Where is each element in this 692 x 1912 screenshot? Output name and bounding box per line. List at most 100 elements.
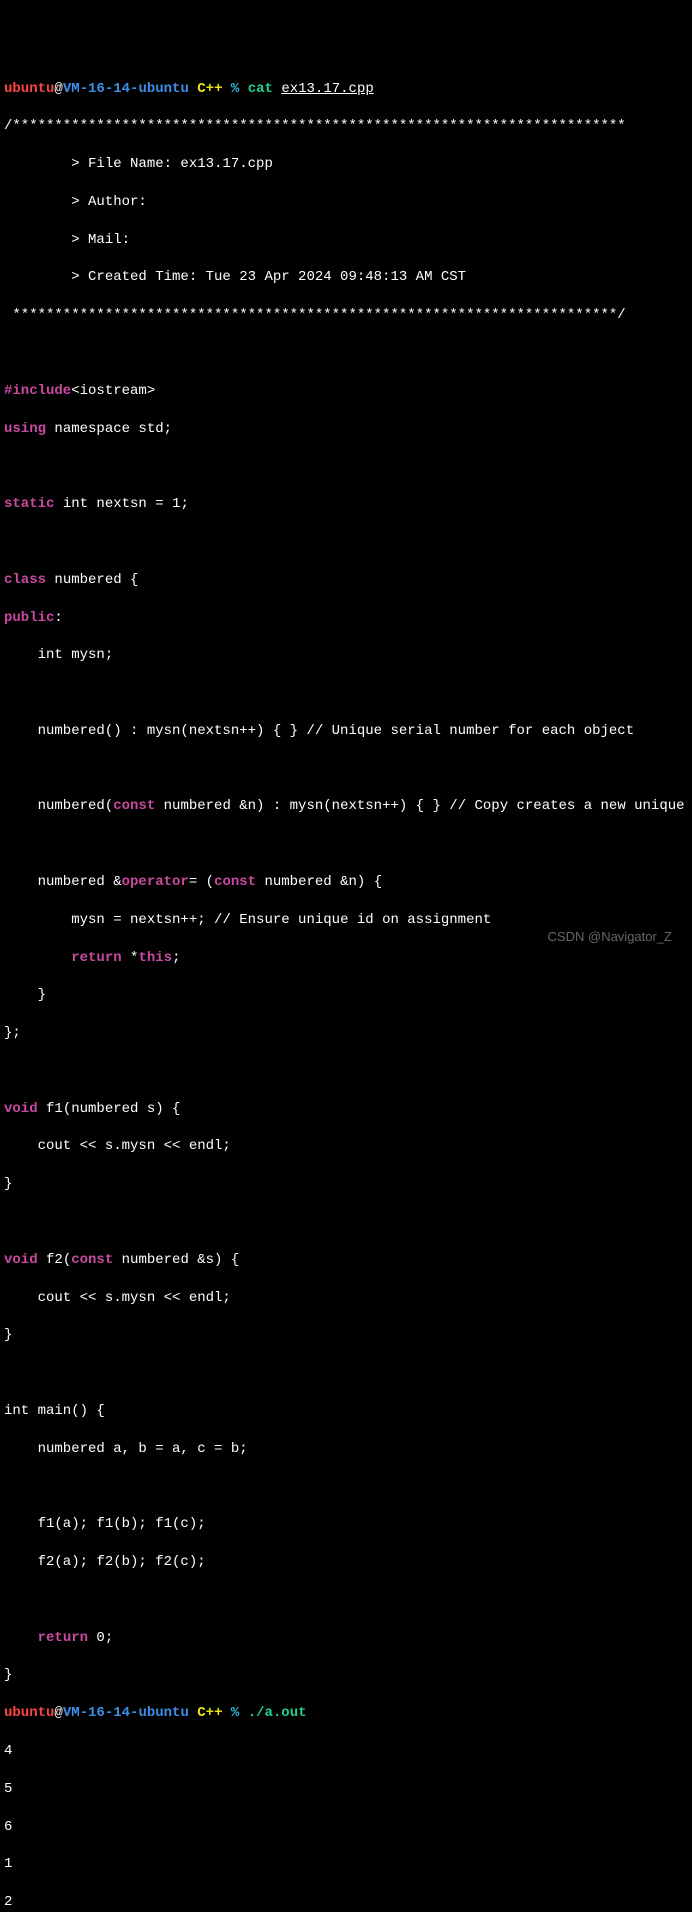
shell-user: ubuntu	[4, 81, 54, 97]
code-line: };	[4, 1024, 688, 1043]
output-line: 4	[4, 1742, 688, 1761]
comment: // Ensure unique id on assignment	[214, 912, 491, 928]
keyword-void: void	[4, 1101, 38, 1117]
code-text: int nextsn = 1;	[54, 496, 188, 512]
keyword-void: void	[4, 1252, 38, 1268]
code-line	[4, 684, 688, 703]
code-line: return 0;	[4, 1629, 688, 1648]
code-line: > Created Time: Tue 23 Apr 2024 09:48:13…	[4, 268, 688, 287]
shell-path: C++	[197, 1705, 222, 1721]
code-text: = (	[189, 874, 214, 890]
keyword-const: const	[71, 1252, 113, 1268]
code-line: cout << s.mysn << endl;	[4, 1289, 688, 1308]
code-text: numbered &s) {	[113, 1252, 239, 1268]
code-line: > File Name: ex13.17.cpp	[4, 155, 688, 174]
code-text: 0;	[88, 1630, 113, 1646]
code-text: <iostream>	[71, 383, 155, 399]
shell-host: VM-16-14-ubuntu	[63, 81, 189, 97]
at-symbol: @	[54, 81, 62, 97]
shell-user: ubuntu	[4, 1705, 54, 1721]
code-line	[4, 533, 688, 552]
code-line: int main() {	[4, 1402, 688, 1421]
code-text: numbered &n) : mysn(nextsn++) { }	[155, 798, 449, 814]
code-line: numbered() : mysn(nextsn++) { } // Uniqu…	[4, 722, 688, 741]
output-line: 1	[4, 1855, 688, 1874]
code-text: mysn = nextsn++;	[4, 912, 214, 928]
keyword-this: this	[138, 950, 172, 966]
code-line: f1(a); f1(b); f1(c);	[4, 1515, 688, 1534]
code-line: > Author:	[4, 193, 688, 212]
shell-arg-file: ex13.17.cpp	[281, 81, 373, 97]
keyword-class: class	[4, 572, 46, 588]
code-line: int mysn;	[4, 646, 688, 665]
keyword-using: using	[4, 421, 46, 437]
prompt-line-1[interactable]: ubuntu@VM-16-14-ubuntu C++ % cat ex13.17…	[4, 80, 688, 99]
output-line: 2	[4, 1893, 688, 1912]
code-line	[4, 1062, 688, 1081]
code-line	[4, 1213, 688, 1232]
code-line: public:	[4, 609, 688, 628]
code-line: numbered &operator= (const numbered &n) …	[4, 873, 688, 892]
shell-host: VM-16-14-ubuntu	[63, 1705, 189, 1721]
code-line: }	[4, 1175, 688, 1194]
code-line	[4, 457, 688, 476]
code-text: numbered {	[46, 572, 138, 588]
output-line: 6	[4, 1818, 688, 1837]
code-line: numbered a, b = a, c = b;	[4, 1440, 688, 1459]
code-text	[4, 950, 71, 966]
code-line: cout << s.mysn << endl;	[4, 1137, 688, 1156]
keyword-operator: operator	[122, 874, 189, 890]
code-line: f2(a); f2(b); f2(c);	[4, 1553, 688, 1572]
keyword-const: const	[113, 798, 155, 814]
code-text: *	[122, 950, 139, 966]
code-line: }	[4, 1666, 688, 1685]
code-line: }	[4, 1326, 688, 1345]
code-line: mysn = nextsn++; // Ensure unique id on …	[4, 911, 688, 930]
code-text: namespace std;	[46, 421, 172, 437]
code-text: numbered &n) {	[256, 874, 382, 890]
code-text: f1(numbered s) {	[38, 1101, 181, 1117]
code-line: return *this;	[4, 949, 688, 968]
code-text: ;	[172, 950, 180, 966]
code-text: numbered(	[4, 798, 113, 814]
keyword-return: return	[38, 1630, 88, 1646]
code-line: > Mail:	[4, 231, 688, 250]
code-line: #include<iostream>	[4, 382, 688, 401]
code-line: }	[4, 986, 688, 1005]
code-line: static int nextsn = 1;	[4, 495, 688, 514]
code-line: void f1(numbered s) {	[4, 1100, 688, 1119]
comment: // Copy creates a new unique id	[449, 798, 692, 814]
comment: // Unique serial number for each object	[306, 723, 634, 739]
prompt-line-2[interactable]: ubuntu@VM-16-14-ubuntu C++ % ./a.out	[4, 1704, 688, 1723]
code-text: numbered &	[4, 874, 122, 890]
code-line	[4, 1364, 688, 1383]
code-line: numbered(const numbered &n) : mysn(nexts…	[4, 797, 688, 816]
shell-cmd-cat: cat	[248, 81, 273, 97]
code-text	[4, 1630, 38, 1646]
code-line	[4, 344, 688, 363]
code-text: numbered() : mysn(nextsn++) { }	[4, 723, 306, 739]
keyword-static: static	[4, 496, 54, 512]
code-line	[4, 1477, 688, 1496]
output-line: 5	[4, 1780, 688, 1799]
code-line: /***************************************…	[4, 117, 688, 136]
shell-path: C++	[197, 81, 222, 97]
shell-pct: %	[231, 81, 239, 97]
keyword-return: return	[71, 950, 121, 966]
shell-pct: %	[231, 1705, 239, 1721]
keyword-const: const	[214, 874, 256, 890]
watermark-text: CSDN @Navigator_Z	[548, 928, 672, 946]
code-line	[4, 835, 688, 854]
at-symbol: @	[54, 1705, 62, 1721]
code-text: :	[54, 610, 62, 626]
code-line: using namespace std;	[4, 420, 688, 439]
keyword-include: #include	[4, 383, 71, 399]
code-line: class numbered {	[4, 571, 688, 590]
code-line: void f2(const numbered &s) {	[4, 1251, 688, 1270]
code-text: f2(	[38, 1252, 72, 1268]
code-line	[4, 1591, 688, 1610]
shell-cmd-run: ./a.out	[248, 1705, 307, 1721]
code-line: ****************************************…	[4, 306, 688, 325]
keyword-public: public	[4, 610, 54, 626]
code-line	[4, 760, 688, 779]
